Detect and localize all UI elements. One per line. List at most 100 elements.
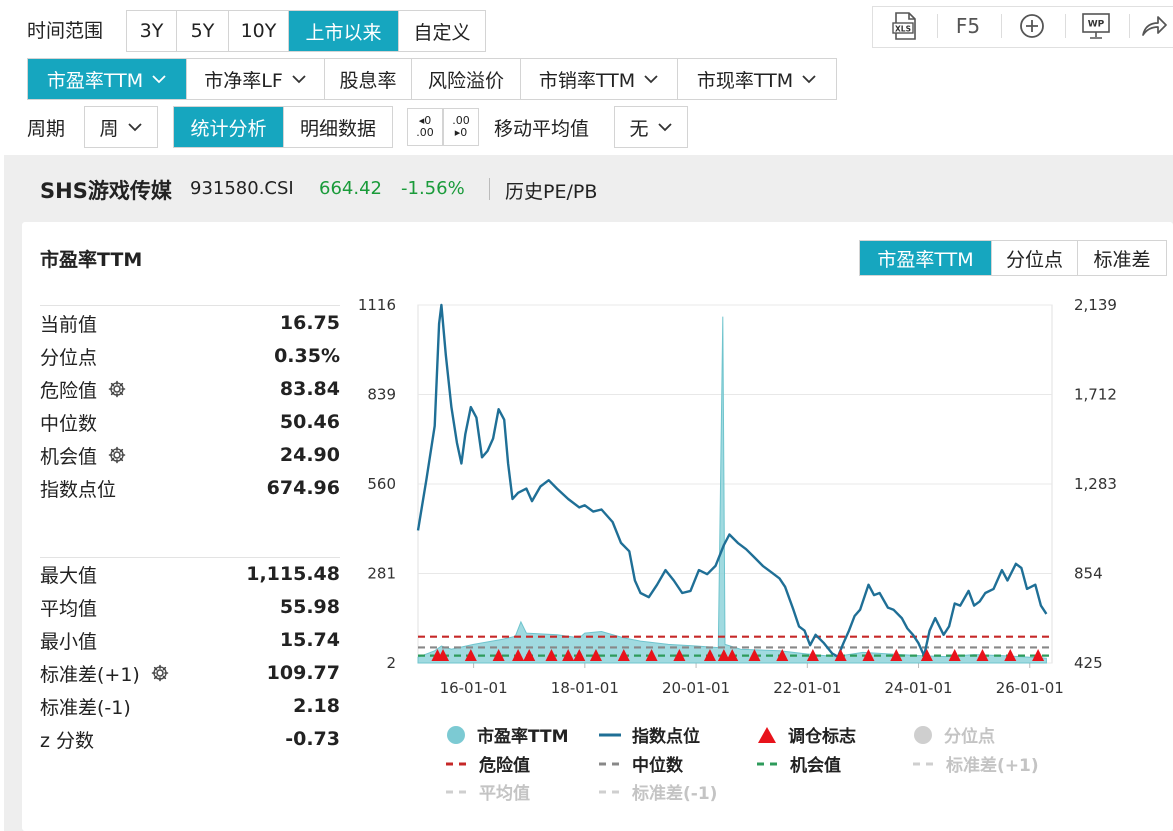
legend-item[interactable]: 调仓标志 [756,722,856,747]
export-xls-button[interactable]: XLS [884,6,926,46]
stat-label: 分位点 [40,346,98,369]
time-range-since-listing[interactable]: 上市以来 [289,11,399,51]
legend-item[interactable]: 机会值 [756,751,841,776]
legend-label: 市盈率TTM [477,727,569,747]
card-title: 市盈率TTM [40,249,143,271]
stat-row: 最小值 15.74 [40,625,340,655]
stat-row: 机会值 24.90 [40,440,340,470]
wps-export-button[interactable]: WP [1074,6,1118,46]
plus-circle-icon [1020,14,1044,38]
pe-chart[interactable]: 1116 2,139 839 1,712 560 1,283 281 854 2 425 16-01… [340,290,1140,710]
legend-label: 危险值 [479,756,530,776]
stat-value: 16.75 [279,312,340,334]
gear-icon[interactable] [107,445,127,465]
y-tick-label-left: 839 [367,386,396,404]
stat-value: 109.77 [266,662,340,684]
circle-icon [912,724,934,746]
history-pe-pb-link[interactable]: 历史PE/PB [505,177,597,204]
tab-pb-lf[interactable]: 市净率LF [187,59,325,99]
view-tab-percentile[interactable]: 分位点 [992,241,1078,275]
time-range-5y[interactable]: 5Y [177,11,229,51]
legend-item[interactable]: 标准差(+1) [912,751,1039,776]
stat-value: 15.74 [279,629,340,651]
share-button[interactable] [1136,6,1172,46]
legend-label: 标准差(+1) [946,756,1039,776]
tab-pe-ttm[interactable]: 市盈率TTM [28,59,187,99]
chevron-down-icon [802,75,816,84]
x-tick-label: 26-01-01 [996,679,1064,697]
time-range-label: 时间范围 [27,20,104,42]
legend-label: 平均值 [479,784,530,804]
legend-label: 机会值 [790,756,841,776]
stat-value: 83.84 [279,378,340,400]
x-tick-label: 18-01-01 [551,679,619,697]
index-name: SHS游戏传媒 [40,179,172,203]
line-icon [445,781,469,803]
stat-value: 674.96 [266,477,340,499]
y-tick-label-left: 1116 [358,296,396,314]
svg-text:XLS: XLS [895,25,911,34]
legend-item[interactable]: 平均值 [445,779,530,804]
legend-item[interactable]: 标准差(-1) [598,779,717,804]
legend-item[interactable]: 危险值 [445,751,530,776]
add-button[interactable] [1010,6,1054,46]
y-tick-label-left: 2 [386,654,396,672]
stat-label: 当前值 [40,313,98,336]
view-tab-pe-ttm[interactable]: 市盈率TTM [860,241,992,275]
decimal-increase-button[interactable]: ◂0.00 [407,108,443,146]
gear-icon[interactable] [107,379,127,399]
time-range-3y[interactable]: 3Y [127,11,177,51]
circle-icon [445,724,467,746]
chevron-down-icon [657,123,672,132]
period-select[interactable]: 周 [84,106,158,148]
stat-row: 分位点 0.35% [40,341,340,371]
stat-value: 2.18 [293,695,340,717]
tab-risk-premium[interactable]: 风险溢价 [412,59,521,99]
time-range-custom[interactable]: 自定义 [399,11,485,51]
tab-ps-ttm[interactable]: 市销率TTM [521,59,678,99]
stat-row: 当前值 16.75 [40,308,340,338]
index-code: 931580.CSI [190,178,294,199]
stat-label: 平均值 [40,597,98,620]
tab-statistical-analysis[interactable]: 统计分析 [174,107,284,147]
svg-text:WP: WP [1088,20,1105,30]
tab-pcf-ttm[interactable]: 市现率TTM [678,59,836,99]
legend-label: 分位点 [944,727,995,747]
line-icon [912,753,936,775]
analysis-tabs: 统计分析 明细数据 [173,106,393,148]
chevron-down-icon [292,75,306,84]
legend-item[interactable]: 分位点 [912,722,995,747]
x-tick-label: 16-01-01 [440,679,508,697]
stat-row: 标准差(-1) 2.18 [40,691,340,721]
stat-label: 指数点位 [40,478,117,501]
period-label: 周期 [27,118,66,140]
y-tick-label-left: 560 [367,475,396,493]
time-range-10y[interactable]: 10Y [229,11,289,51]
legend-item[interactable]: 中位数 [598,751,683,776]
gear-icon[interactable] [150,663,170,683]
legend-item[interactable]: 市盈率TTM [445,722,569,747]
stat-value: 55.98 [279,596,340,618]
stat-value: 24.90 [279,444,340,466]
period-value: 周 [99,117,119,140]
view-tab-std-dev[interactable]: 标准差 [1078,241,1166,275]
stat-label: 最小值 [40,630,98,653]
stat-row: 标准差(+1) 109.77 [40,658,340,688]
tab-detail-data[interactable]: 明细数据 [284,107,392,147]
f5-button[interactable]: F5 [946,6,990,46]
legend-label: 指数点位 [632,727,700,747]
line-icon [756,753,780,775]
stat-row: z 分数 -0.73 [40,724,340,754]
moving-average-select[interactable]: 无 [614,106,688,148]
legend-item[interactable]: 指数点位 [598,722,700,747]
decimal-decrease-button[interactable]: .00 ▸0 [443,108,479,146]
xls-icon: XLS [892,12,916,40]
tab-dividend-yield[interactable]: 股息率 [325,59,412,99]
index-level-line [416,303,1048,658]
y-tick-label-right: 1,283 [1074,475,1117,493]
chevron-down-icon [152,75,166,84]
time-range-selector: 3Y 5Y 10Y 上市以来 自定义 [126,10,486,52]
stat-label: 最大值 [40,564,98,587]
chart-view-tabs: 市盈率TTM 分位点 标准差 [859,240,1167,276]
wp-icon: WP [1082,13,1110,39]
